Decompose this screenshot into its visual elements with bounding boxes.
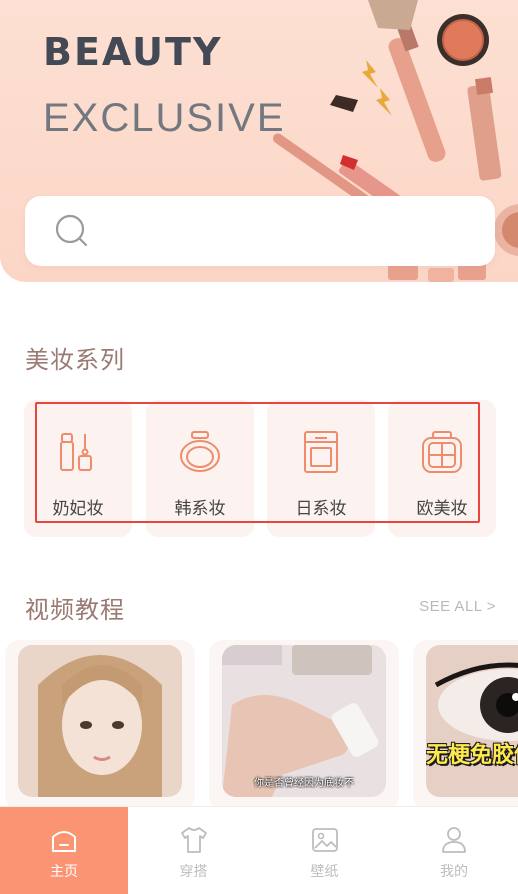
category-card-milk-makeup[interactable]: 奶妃妆 — [24, 400, 132, 537]
video-caption: 你是否曾经因为底妆不 — [254, 778, 354, 789]
eyeshadow-palette-icon — [422, 431, 462, 473]
section-title-video-tutorials: 视频教程 — [25, 596, 125, 624]
category-card-western-makeup[interactable]: 欧美妆 — [388, 400, 496, 537]
powder-palette-icon — [304, 431, 338, 473]
see-all-link[interactable]: SEE ALL > — [419, 598, 496, 615]
search-icon[interactable] — [55, 214, 89, 248]
search-input[interactable] — [105, 212, 475, 250]
category-label: 欧美妆 — [416, 499, 468, 519]
nav-label: 壁纸 — [310, 864, 339, 880]
tshirt-icon — [180, 827, 207, 853]
video-title-overlay: 无梗免胶仙 — [426, 743, 518, 768]
search-bar[interactable] — [25, 196, 495, 266]
makeup-category-row: 奶妃妆 韩系妆 日系妆 欧美妆 — [24, 400, 518, 537]
category-label: 奶妃妆 — [52, 499, 104, 519]
home-icon — [52, 831, 76, 852]
lip-gloss-icon — [60, 433, 92, 471]
profile-icon — [442, 827, 466, 853]
nav-label: 主页 — [50, 864, 78, 880]
video-thumbnail: 你是否曾经因为底妆不 — [222, 645, 386, 797]
brand-subtitle: EXCLUSIVE — [43, 96, 286, 140]
compact-mirror-icon — [180, 431, 220, 472]
nav-label: 穿搭 — [179, 864, 208, 880]
section-title-makeup-series: 美妆系列 — [25, 346, 125, 374]
nav-label: 我的 — [440, 864, 468, 880]
category-card-korean-makeup[interactable]: 韩系妆 — [146, 400, 254, 537]
wallpaper-icon — [311, 828, 338, 852]
category-label: 韩系妆 — [174, 499, 226, 519]
video-card[interactable]: 无梗免胶仙 — [413, 640, 518, 810]
video-thumbnail — [18, 645, 182, 797]
girl-portrait-image — [18, 645, 182, 797]
category-card-japanese-makeup[interactable]: 日系妆 — [267, 400, 375, 537]
nav-item-outfit[interactable]: 穿搭 — [128, 807, 259, 894]
nav-item-profile[interactable]: 我的 — [390, 807, 518, 894]
brand-title: BEAUTY — [43, 30, 223, 74]
bottom-navigation: 主页 穿搭 壁纸 我的 — [0, 806, 518, 894]
video-carousel[interactable]: 你是否曾经因为底妆不 无梗免胶仙 — [0, 640, 518, 810]
nav-item-wallpaper[interactable]: 壁纸 — [259, 807, 390, 894]
video-card[interactable] — [5, 640, 195, 810]
eye-closeup-image — [426, 645, 518, 797]
category-label: 日系妆 — [295, 499, 347, 519]
nav-item-home[interactable]: 主页 — [0, 807, 128, 894]
video-thumbnail: 无梗免胶仙 — [426, 645, 518, 797]
video-card[interactable]: 你是否曾经因为底妆不 — [209, 640, 399, 810]
header-banner: BEAUTY EXCLUSIVE — [0, 0, 518, 282]
